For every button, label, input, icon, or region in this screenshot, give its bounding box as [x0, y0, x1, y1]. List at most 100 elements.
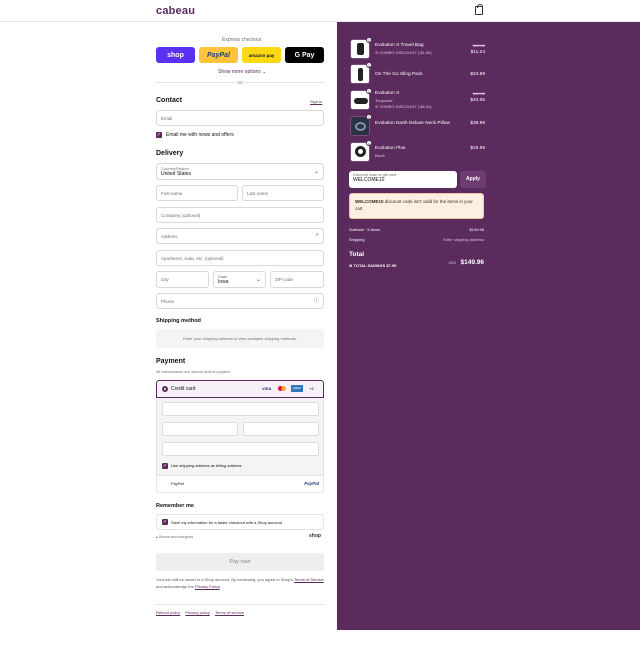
privacy-policy-link[interactable]: Privacy Policy — [195, 584, 220, 589]
item-name: Evolution Plus — [375, 146, 406, 151]
item-name: On The Go Sling Pack — [375, 72, 423, 77]
city-field[interactable]: City — [156, 271, 209, 288]
total-amount: USD $149.96 — [437, 251, 484, 269]
tag-icon: ⊘ — [375, 50, 379, 55]
chevron-down-icon: ⌄ — [262, 69, 267, 75]
terms-of-service-footer-link[interactable]: Terms of service — [215, 610, 244, 615]
phone-field[interactable]: Phone ⓘ — [156, 293, 324, 309]
state-select[interactable]: State Iowa ⌄ — [213, 271, 266, 288]
lock-icon: 🔒︎ — [156, 535, 158, 539]
amazon-pay-button[interactable]: amazon pay — [242, 47, 281, 63]
address-placeholder: Address — [161, 234, 178, 239]
item-variant: Turquoise — [375, 98, 393, 103]
legal-text: Your info will be saved to a Shop accoun… — [156, 576, 324, 590]
chevron-down-icon: ⌄ — [255, 277, 261, 283]
show-more-options[interactable]: Show more options ⌄ — [218, 69, 266, 75]
discount-code-value: WELCOME10 — [353, 177, 385, 183]
item-price: $24.99 — [470, 72, 485, 77]
item-old-price: $49.99 — [472, 91, 485, 96]
credit-card-radio[interactable] — [162, 386, 168, 392]
privacy-policy-footer-link[interactable]: Privacy policy — [185, 610, 209, 615]
apartment-field[interactable]: Apartment, suite, etc. (optional) — [156, 250, 324, 266]
payment-title: Payment — [156, 358, 186, 365]
credit-card-label: Credit card — [171, 386, 196, 392]
help-icon[interactable]: ⓘ — [314, 297, 319, 304]
more-cards-badge: +4 — [309, 386, 314, 391]
discount-code-field[interactable]: Discount code or gift card WELCOME10 — [349, 171, 457, 188]
billing-label: Use shipping address as billing address — [171, 463, 242, 468]
total-label: Total — [349, 251, 365, 258]
pay-now-button[interactable]: Pay now — [156, 553, 324, 571]
item-discount: ⊘ COMBO DISCOUNT (-$1.69) — [375, 50, 432, 55]
card-details-panel: ✓ Use shipping address as billing addres… — [156, 398, 324, 476]
country-select[interactable]: Country/Region United States ⌄ — [156, 163, 324, 180]
paypal-option[interactable]: PayPal PayPal — [156, 476, 324, 493]
or-label: OR — [235, 80, 245, 85]
savings-value: $7.99 — [386, 263, 397, 268]
tag-icon: ⊘ — [349, 263, 353, 268]
item-price: $39.99 — [470, 121, 485, 126]
search-icon: ⌕ — [315, 232, 319, 238]
shipping-label: Shipping — [349, 237, 365, 242]
checkout-form: Express checkout shop PayPal amazon pay … — [0, 22, 337, 630]
legal-end: . — [219, 584, 221, 589]
discount-label: COMBO DISCOUNT (-$1.69) — [379, 50, 432, 55]
save-info-checkbox[interactable]: ✓ — [162, 519, 168, 525]
item-price: $43.65 — [470, 98, 485, 103]
paypal-label: PayPal — [171, 481, 184, 486]
item-name: Evolution X Travel Bag — [375, 43, 424, 48]
shop-pay-button[interactable]: shop — [156, 47, 195, 63]
paypal-button[interactable]: PayPal — [199, 47, 238, 63]
zip-field[interactable]: ZIP code — [270, 271, 324, 288]
footer-links: Refund policy Privacy policy Terms of se… — [156, 610, 244, 615]
quantity-badge: 1 — [366, 37, 372, 43]
last-name-field[interactable]: Last name — [242, 185, 324, 201]
security-code-field[interactable] — [243, 422, 319, 436]
card-number-field[interactable] — [162, 402, 319, 416]
subtotal-label: Subtotal · 5 items — [349, 227, 381, 232]
remember-title: Remember me — [156, 503, 194, 509]
shipping-value: Enter shipping address — [443, 237, 484, 242]
product-thumbnail: 1 — [350, 140, 372, 162]
expiration-field[interactable] — [162, 422, 238, 436]
first-name-field[interactable]: First name — [156, 185, 238, 201]
contact-title: Contact — [156, 97, 183, 104]
sign-in-link[interactable]: Sign in — [310, 99, 322, 104]
secure-encrypted-note: 🔒︎ Secure and encrypted — [156, 535, 193, 539]
item-name: Evolution Earth Deluxe Neck Pillow — [375, 121, 450, 126]
item-price: $11.24 — [470, 50, 485, 55]
currency-label: USD — [448, 261, 457, 265]
item-variant: Black — [375, 153, 385, 158]
news-checkbox[interactable]: ✓ — [156, 132, 162, 138]
total-value: $149.96 — [460, 259, 485, 266]
shopping-bag-icon[interactable] — [475, 4, 483, 15]
visa-icon: VISA — [262, 386, 272, 391]
credit-card-option[interactable]: Credit card VISA AMEX +4 — [156, 380, 324, 398]
company-field[interactable]: Company (optional) — [156, 207, 324, 223]
discount-warning: WELCOME10 discount code isn't valid for … — [349, 193, 484, 219]
shop-logo: shop — [309, 533, 321, 539]
cabeau-logo[interactable]: cabeau — [156, 5, 195, 17]
express-checkout-title: Express checkout — [222, 37, 262, 43]
google-pay-button[interactable]: G Pay — [285, 47, 324, 63]
mastercard-icon — [278, 386, 286, 392]
quantity-badge: 1 — [366, 62, 372, 68]
shipping-method-note: Enter your shipping address to view avai… — [156, 329, 324, 348]
shipping-method-title: Shipping method — [156, 318, 201, 324]
news-label: Email me with news and offers — [166, 132, 234, 138]
email-field[interactable]: Email — [156, 110, 324, 126]
refund-policy-link[interactable]: Refund policy — [156, 610, 180, 615]
item-price: $29.99 — [470, 146, 485, 151]
show-more-label: Show more options — [218, 69, 261, 75]
apply-button[interactable]: Apply — [460, 171, 486, 188]
address-field[interactable]: Address ⌕ — [156, 228, 324, 244]
name-on-card-field[interactable] — [162, 442, 319, 456]
item-old-price: $12.99 — [472, 43, 485, 48]
secure-encrypted-label: Secure and encrypted — [158, 535, 194, 539]
phone-placeholder: Phone — [161, 299, 175, 304]
billing-checkbox[interactable]: ✓ — [162, 463, 168, 469]
payment-secure-note: All transactions are secure and encrypte… — [156, 369, 231, 374]
total-savings: ⊘ TOTAL SAVINGS $7.99 — [349, 263, 396, 268]
terms-of-service-link[interactable]: Terms of Service — [294, 577, 324, 582]
quantity-badge: 1 — [366, 114, 372, 120]
